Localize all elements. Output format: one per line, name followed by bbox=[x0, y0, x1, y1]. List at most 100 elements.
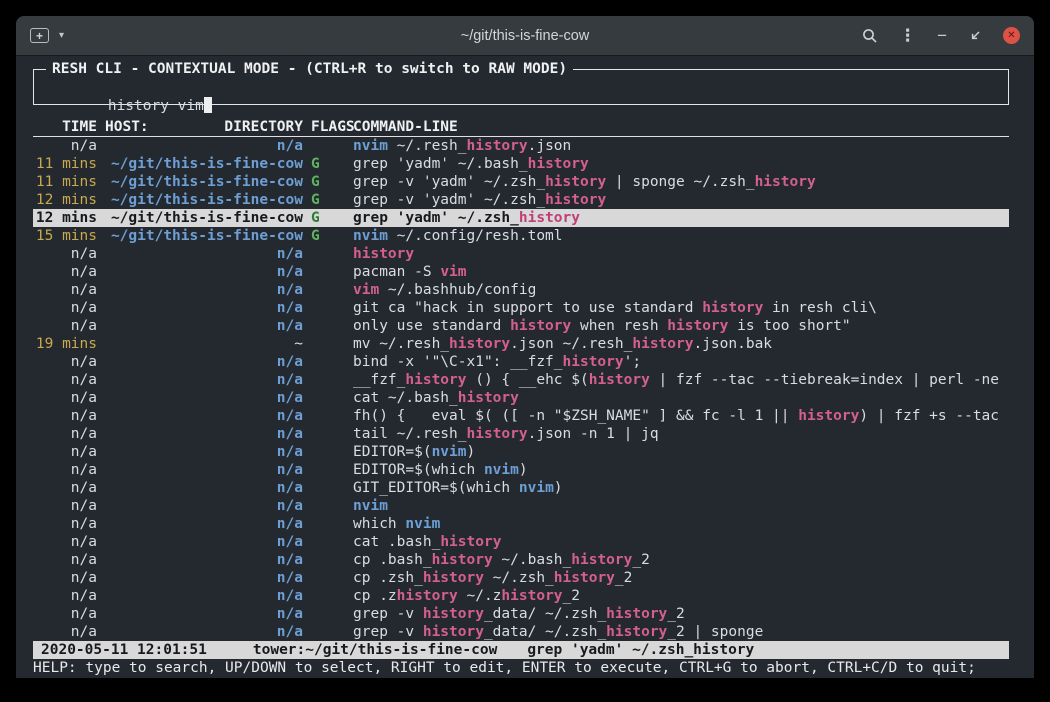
row-host: n/a bbox=[105, 371, 303, 389]
row-host: n/a bbox=[105, 569, 303, 587]
status-command: grep 'yadm' ~/.zsh_history bbox=[527, 641, 754, 659]
row-command: bind -x '"\C-x1": __fzf_history'; bbox=[353, 353, 1009, 371]
row-host: n/a bbox=[105, 317, 303, 335]
search-icon bbox=[862, 28, 878, 44]
history-list: n/an/anvim ~/.resh_history.json 11 mins~/… bbox=[33, 137, 1009, 641]
close-button[interactable]: ✕ bbox=[1003, 27, 1020, 44]
row-command: tail ~/.resh_history.json -n 1 | jq bbox=[353, 425, 1009, 443]
command-highlight: nvim bbox=[519, 480, 554, 496]
history-row[interactable]: n/an/agrep -v history_data/ ~/.zsh_histo… bbox=[33, 623, 1009, 641]
row-command: pacman -S vim bbox=[353, 263, 1009, 281]
row-host: n/a bbox=[105, 353, 303, 371]
tab-dropdown-button[interactable]: ▾ bbox=[59, 30, 64, 41]
match-highlight: history bbox=[501, 588, 562, 604]
command-highlight: nvim bbox=[353, 138, 388, 154]
history-row[interactable]: n/an/anvim ~/.resh_history.json bbox=[33, 137, 1009, 155]
row-host: n/a bbox=[105, 245, 303, 263]
text-cursor bbox=[204, 97, 213, 113]
command-highlight: nvim bbox=[484, 462, 519, 478]
history-row[interactable]: n/an/atail ~/.resh_history.json -n 1 | j… bbox=[33, 425, 1009, 443]
history-row[interactable]: n/an/aGIT_EDITOR=$(which nvim) bbox=[33, 479, 1009, 497]
history-row[interactable]: 11 mins~/git/this-is-fine-cowGgrep -v 'y… bbox=[33, 173, 1009, 191]
history-row[interactable]: 12 mins~/git/this-is-fine-cowGgrep -v 'y… bbox=[33, 191, 1009, 209]
row-host: ~/git/this-is-fine-cow bbox=[105, 191, 303, 209]
row-command: EDITOR=$(which nvim) bbox=[353, 461, 1009, 479]
match-highlight: history bbox=[545, 192, 606, 208]
row-host: n/a bbox=[105, 551, 303, 569]
restore-button[interactable] bbox=[968, 29, 982, 43]
match-highlight: history bbox=[589, 372, 650, 388]
history-row[interactable]: n/an/afh() { eval $( ([ -n "$ZSH_NAME" ]… bbox=[33, 407, 1009, 425]
row-host: n/a bbox=[105, 497, 303, 515]
match-highlight: history bbox=[440, 534, 501, 550]
row-time: n/a bbox=[33, 245, 97, 263]
kebab-menu-icon: ⋮ bbox=[899, 27, 916, 44]
row-command: EDITOR=$(nvim) bbox=[353, 443, 1009, 461]
row-command: only use standard history when resh hist… bbox=[353, 317, 1009, 335]
history-row[interactable]: n/an/aonly use standard history when res… bbox=[33, 317, 1009, 335]
history-row[interactable]: n/an/acp .bash_history ~/.bash_history_2 bbox=[33, 551, 1009, 569]
history-row-selected[interactable]: 12 mins~/git/this-is-fine-cowGgrep 'yadm… bbox=[33, 209, 1009, 227]
history-row[interactable]: 15 mins~/git/this-is-fine-cowGnvim ~/.co… bbox=[33, 227, 1009, 245]
row-command: grep -v 'yadm' ~/.zsh_history bbox=[353, 191, 1009, 209]
history-row[interactable]: n/an/aEDITOR=$(which nvim) bbox=[33, 461, 1009, 479]
history-row[interactable]: n/an/aEDITOR=$(nvim) bbox=[33, 443, 1009, 461]
row-flag: G bbox=[311, 209, 353, 227]
history-row[interactable]: n/an/acat ~/.bash_history bbox=[33, 389, 1009, 407]
history-row[interactable]: 19 mins~mv ~/.resh_history.json ~/.resh_… bbox=[33, 335, 1009, 353]
row-time: n/a bbox=[33, 425, 97, 443]
row-time: n/a bbox=[33, 623, 97, 641]
history-row[interactable]: n/an/acp .zsh_history ~/.zsh_history_2 bbox=[33, 569, 1009, 587]
minimize-button[interactable]: − bbox=[937, 27, 947, 44]
history-row[interactable]: n/an/agit ca "hack in support to use sta… bbox=[33, 299, 1009, 317]
row-flag: G bbox=[311, 191, 353, 209]
history-row[interactable]: n/an/agrep -v history_data/ ~/.zsh_histo… bbox=[33, 605, 1009, 623]
match-highlight: history bbox=[467, 426, 528, 442]
history-row[interactable]: 11 mins~/git/this-is-fine-cowGgrep 'yadm… bbox=[33, 155, 1009, 173]
row-host: n/a bbox=[105, 281, 303, 299]
row-host: ~/git/this-is-fine-cow bbox=[105, 155, 303, 173]
row-time: n/a bbox=[33, 371, 97, 389]
row-host: n/a bbox=[105, 389, 303, 407]
row-time: n/a bbox=[33, 515, 97, 533]
row-command: mv ~/.resh_history.json ~/.resh_history.… bbox=[353, 335, 1009, 353]
titlebar[interactable]: + ▾ ~/git/this-is-fine-cow ⋮ − bbox=[16, 16, 1034, 56]
history-row[interactable]: n/an/ahistory bbox=[33, 245, 1009, 263]
row-host: n/a bbox=[105, 461, 303, 479]
row-command: fh() { eval $( ([ -n "$ZSH_NAME" ] && fc… bbox=[353, 407, 1009, 425]
history-row[interactable]: n/a n/a nvim bbox=[33, 497, 1009, 515]
row-time: n/a bbox=[33, 479, 97, 497]
history-row[interactable]: n/an/acp .zhistory ~/.zhistory_2 bbox=[33, 587, 1009, 605]
row-flag: G bbox=[311, 155, 353, 173]
row-time: 19 mins bbox=[33, 335, 97, 353]
command-highlight: nvim bbox=[353, 498, 388, 514]
search-query-line[interactable]: history vim bbox=[34, 70, 1008, 133]
history-row[interactable]: n/an/avim ~/.bashhub/config bbox=[33, 281, 1009, 299]
new-tab-button[interactable]: + bbox=[30, 28, 49, 43]
menu-button[interactable]: ⋮ bbox=[899, 27, 916, 44]
history-row[interactable]: n/an/acat .bash_history bbox=[33, 533, 1009, 551]
match-highlight: history bbox=[423, 570, 484, 586]
row-time: n/a bbox=[33, 443, 97, 461]
row-time: n/a bbox=[33, 587, 97, 605]
search-query-input[interactable]: history vim bbox=[108, 98, 204, 114]
match-highlight: history bbox=[755, 174, 816, 190]
row-command: cat ~/.bash_history bbox=[353, 389, 1009, 407]
history-row[interactable]: n/a n/a bind -x '"\C-x1": __fzf_history'; bbox=[33, 353, 1009, 371]
row-time: n/a bbox=[33, 497, 97, 515]
match-highlight: history bbox=[606, 606, 667, 622]
history-row[interactable]: n/an/apacman -S vim bbox=[33, 263, 1009, 281]
history-row[interactable]: n/an/awhich nvim bbox=[33, 515, 1009, 533]
match-highlight: history bbox=[702, 300, 763, 316]
row-command: cp .bash_history ~/.bash_history_2 bbox=[353, 551, 1009, 569]
match-highlight: history bbox=[528, 156, 589, 172]
row-time: n/a bbox=[33, 353, 97, 371]
match-highlight: history bbox=[606, 624, 667, 640]
search-button[interactable] bbox=[862, 28, 878, 44]
minimize-icon: − bbox=[937, 27, 947, 44]
history-row[interactable]: n/an/a__fzf_history () { __ehc $(history… bbox=[33, 371, 1009, 389]
row-flag: G bbox=[311, 173, 353, 191]
match-highlight: history bbox=[432, 552, 493, 568]
terminal-window: + ▾ ~/git/this-is-fine-cow ⋮ − bbox=[16, 16, 1034, 678]
match-highlight: history bbox=[510, 318, 571, 334]
